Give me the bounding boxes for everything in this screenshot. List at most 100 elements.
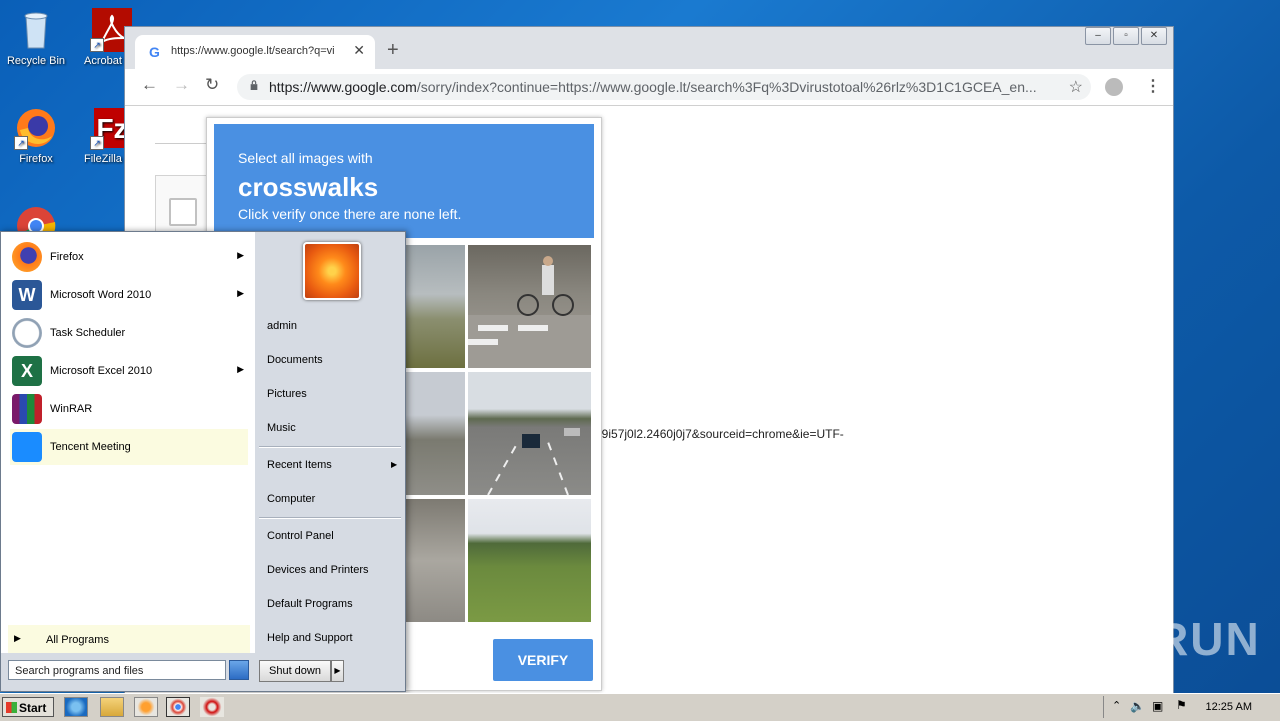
back-button[interactable]: ← (141, 75, 158, 95)
taskbar-media-player-icon[interactable] (134, 697, 158, 717)
program-item-tencent-meeting[interactable]: Tencent Meeting (10, 429, 248, 465)
new-tab-button[interactable]: + (387, 39, 399, 62)
program-label: Tencent Meeting (50, 441, 131, 453)
place-item[interactable]: Pictures (267, 388, 307, 400)
program-item-firefox[interactable]: Firefox ▶ (10, 239, 248, 275)
start-menu-places: admin Documents Pictures Music Recent It… (255, 232, 405, 691)
shortcut-arrow-icon: ↗ (14, 136, 28, 150)
search-input[interactable]: Search programs and files (8, 660, 226, 680)
taskbar-ie-icon[interactable] (64, 697, 88, 717)
program-label: Firefox (50, 251, 84, 263)
close-window-button[interactable]: ✕ (1141, 27, 1167, 45)
anyrun-watermark: ANY RUN (1038, 613, 1261, 665)
forward-button[interactable]: → (173, 75, 190, 95)
firefox-icon (12, 242, 42, 272)
program-label: Microsoft Word 2010 (50, 289, 152, 301)
network-icon[interactable]: ▣ (1152, 699, 1163, 713)
place-item[interactable]: Documents (267, 354, 323, 366)
start-button[interactable]: Start (2, 697, 54, 717)
bookmark-star-icon[interactable]: ☆ (1069, 77, 1083, 97)
shutdown-button[interactable]: Shut down (259, 660, 331, 682)
reload-button[interactable]: ↻ (205, 75, 219, 95)
title-bar: G https://www.google.lt/search?q=vi ✕ + … (125, 27, 1173, 69)
desktop-icon-recycle-bin[interactable]: Recycle Bin (0, 8, 76, 67)
excel-icon: X (12, 356, 42, 386)
program-label: WinRAR (50, 403, 93, 415)
desktop-icon-firefox[interactable]: ↗ Firefox (0, 106, 76, 165)
winrar-icon (12, 394, 42, 424)
word-icon: W (12, 280, 42, 310)
start-menu: Firefox ▶ W Microsoft Word 2010 ▶ Task S… (0, 231, 406, 692)
place-item[interactable]: Help and Support (267, 632, 353, 644)
captcha-tile[interactable] (468, 499, 591, 622)
all-programs-button[interactable]: ▶ All Programs (8, 625, 250, 653)
program-item-winrar[interactable]: WinRAR (10, 391, 248, 427)
windows-logo-icon (6, 702, 17, 713)
window-controls: – ▫ ✕ (1083, 27, 1167, 45)
desktop-icon-label: Firefox (19, 153, 53, 165)
volume-icon[interactable]: 🔈 (1130, 699, 1145, 713)
lock-icon (250, 80, 258, 90)
captcha-tile[interactable] (468, 372, 591, 496)
browser-tab[interactable]: G https://www.google.lt/search?q=vi ✕ (135, 35, 375, 69)
divider (259, 517, 401, 519)
user-picture[interactable] (303, 242, 361, 300)
program-item-word[interactable]: W Microsoft Word 2010 ▶ (10, 277, 248, 313)
tencent-meeting-icon (12, 432, 42, 462)
submenu-arrow-icon: ▶ (237, 288, 244, 298)
program-label: Task Scheduler (50, 327, 126, 339)
desktop-icon-label: Recycle Bin (6, 55, 66, 67)
browser-toolbar: ← → ↻ https://www.google.com/sorry/index… (125, 69, 1173, 106)
kebab-menu-icon[interactable]: ⋮ (1145, 76, 1161, 96)
system-tray: ⌃ 🔈 ▣ ⚑ 12:25 AM (1103, 696, 1280, 718)
program-label: Microsoft Excel 2010 (50, 365, 153, 377)
url-path: /sorry/index?continue=https://www.google… (416, 79, 1037, 95)
action-center-flag-icon[interactable]: ⚑ (1176, 698, 1187, 712)
taskbar-opera-icon[interactable] (200, 697, 224, 717)
firefox-icon: ↗ (14, 106, 58, 150)
shutdown-options-arrow-icon[interactable]: ▶ (331, 660, 344, 682)
search-icon[interactable] (229, 660, 249, 680)
place-item-recent[interactable]: Recent Items (267, 459, 332, 471)
place-item[interactable]: admin (267, 320, 297, 332)
taskbar-chrome-icon[interactable] (166, 697, 190, 717)
url-host: https://www.google.com (269, 79, 417, 95)
url-text: https://www.google.com/sorry/index?conti… (269, 79, 1059, 95)
account-avatar-icon[interactable] (1105, 78, 1123, 96)
taskbar: Start ⌃ 🔈 ▣ ⚑ 12:25 AM (0, 693, 1280, 721)
arrow-right-icon: ▶ (14, 633, 21, 643)
place-item[interactable]: Devices and Printers (267, 564, 369, 576)
start-label: Start (19, 701, 47, 715)
clock-icon (12, 318, 42, 348)
challenge-instruction: Select all images with (238, 150, 373, 166)
recycle-bin-icon (14, 8, 58, 52)
place-item[interactable]: Control Panel (267, 530, 334, 542)
captcha-tile[interactable] (468, 245, 591, 368)
cyclist-image (468, 256, 591, 368)
clock[interactable]: 12:25 AM (1206, 701, 1252, 713)
submenu-arrow-icon: ▶ (237, 250, 244, 260)
program-item-excel[interactable]: X Microsoft Excel 2010 ▶ (10, 353, 248, 389)
highway-image (487, 428, 580, 496)
address-bar[interactable]: https://www.google.com/sorry/index?conti… (237, 74, 1091, 100)
maximize-button[interactable]: ▫ (1113, 27, 1139, 45)
start-menu-programs: Firefox ▶ W Microsoft Word 2010 ▶ Task S… (2, 233, 254, 653)
place-item[interactable]: Default Programs (267, 598, 353, 610)
page-url-fragment: 59i57j0l2.2460j0j7&sourceid=chrome&ie=UT… (595, 427, 844, 441)
challenge-subtext: Click verify once there are none left. (238, 206, 462, 222)
recaptcha-checkbox[interactable] (169, 198, 197, 226)
show-hidden-icons-icon[interactable]: ⌃ (1112, 699, 1121, 712)
program-item-task-scheduler[interactable]: Task Scheduler (10, 315, 248, 351)
minimize-button[interactable]: – (1085, 27, 1111, 45)
close-tab-icon[interactable]: ✕ (353, 42, 365, 59)
challenge-header: Select all images with crosswalks Click … (214, 124, 594, 238)
submenu-arrow-icon: ▶ (237, 364, 244, 374)
place-item[interactable]: Music (267, 422, 296, 434)
verify-button[interactable]: VERIFY (493, 639, 593, 681)
place-item[interactable]: Computer (267, 493, 315, 505)
taskbar-explorer-icon[interactable] (100, 697, 124, 717)
submenu-arrow-icon: ▶ (391, 460, 398, 469)
shortcut-arrow-icon: ↗ (90, 136, 104, 150)
shortcut-arrow-icon: ↗ (90, 38, 104, 52)
tab-title: https://www.google.lt/search?q=vi (171, 45, 335, 57)
